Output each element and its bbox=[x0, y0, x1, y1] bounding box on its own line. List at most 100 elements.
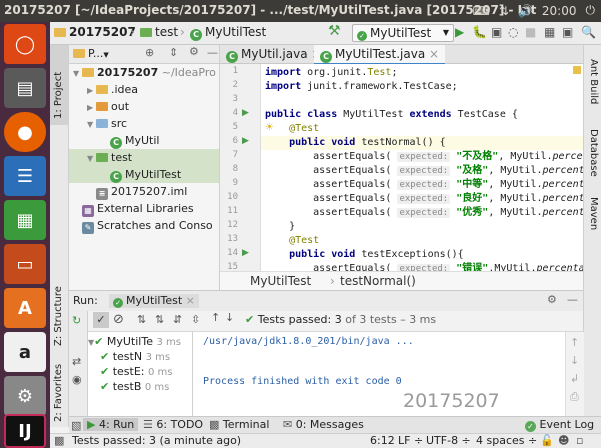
notification-icon[interactable]: ▫ bbox=[576, 434, 583, 448]
breadcrumb-folder[interactable]: test bbox=[140, 25, 178, 39]
tab-structure[interactable]: Z: Structure bbox=[50, 270, 68, 350]
sort-alpha-icon[interactable]: ⇅ bbox=[137, 313, 146, 326]
run-test-gutter-icon[interactable]: ▶ bbox=[242, 136, 249, 146]
code-line[interactable]: import junit.framework.TestCase; bbox=[265, 80, 458, 94]
settings-icon[interactable]: ⚙ bbox=[4, 376, 46, 416]
run-test-gutter-icon[interactable]: ▶ bbox=[242, 108, 249, 118]
line-separator[interactable]: LF ÷ bbox=[398, 434, 423, 448]
software-center-icon[interactable]: A bbox=[4, 288, 46, 328]
tree-item[interactable]: ≡ 20175207.iml bbox=[69, 183, 219, 200]
volume-icon[interactable]: 🔊 bbox=[518, 4, 533, 18]
tree-item[interactable]: ✎ Scratches and Conso bbox=[69, 217, 219, 234]
camera-icon[interactable]: ◉ bbox=[72, 373, 82, 386]
breadcrumb-file[interactable]: C MyUtilTest bbox=[190, 25, 266, 41]
test-result-row[interactable]: ✔ testN 3 ms bbox=[100, 350, 170, 363]
system-tray[interactable]: ⌨ ⇅ 🔊 20:00 ⏻ bbox=[473, 3, 595, 18]
status-icon[interactable]: ▩ bbox=[54, 434, 64, 448]
chevron-right-icon[interactable]: ▶ bbox=[87, 99, 96, 116]
tab-maven[interactable]: Maven bbox=[584, 197, 601, 247]
tool-tab-terminal[interactable]: ▩ Terminal bbox=[209, 418, 269, 431]
stop-icon[interactable]: ■ bbox=[525, 25, 536, 39]
tool-tab-todo[interactable]: ☰ 6: TODO bbox=[143, 418, 203, 431]
console-output[interactable]: /usr/java/jdk1.8.0_201/bin/java ... Proc… bbox=[193, 332, 565, 416]
tree-item[interactable]: C MyUtil bbox=[69, 132, 219, 149]
impress-icon[interactable]: ▭ bbox=[4, 244, 46, 284]
collapse-icon[interactable]: ⇕ bbox=[169, 46, 178, 59]
code-line[interactable]: assertEquals( expected: "错误",MyUtil.perc… bbox=[265, 262, 583, 271]
keyboard-icon[interactable]: ⌨ bbox=[473, 4, 490, 18]
tab-myutil-java[interactable]: CMyUtil.java × bbox=[220, 45, 327, 63]
firefox-icon[interactable]: ● bbox=[4, 112, 46, 152]
code-line[interactable]: assertEquals( expected: "及格", MyUtil.per… bbox=[265, 164, 583, 178]
code-line[interactable]: assertEquals( expected: "良好", MyUtil.per… bbox=[265, 192, 583, 206]
up-icon[interactable]: ↑ bbox=[570, 336, 579, 349]
collapse-all-icon[interactable]: ⇳ bbox=[191, 313, 200, 326]
tree-item[interactable]: ▼ src bbox=[69, 115, 219, 132]
close-icon[interactable]: × bbox=[429, 47, 439, 61]
toggle-icon[interactable]: ⇄ bbox=[72, 355, 81, 368]
writer-icon[interactable]: ☰ bbox=[4, 156, 46, 196]
tree-item[interactable]: ▶ .idea bbox=[69, 81, 219, 98]
target-icon[interactable]: ⊕ bbox=[145, 46, 154, 59]
search-icon[interactable]: 🔍 bbox=[581, 25, 596, 39]
code-line[interactable]: @Test bbox=[265, 234, 319, 248]
status-message[interactable]: Tests passed: 3 (a minute ago) bbox=[72, 434, 241, 448]
run-icon[interactable]: ▶ bbox=[455, 25, 464, 39]
show-ignored-icon[interactable]: ⊘ bbox=[113, 312, 124, 327]
next-icon[interactable]: ↓ bbox=[225, 311, 234, 324]
gear-icon[interactable]: ⚙ bbox=[189, 45, 199, 58]
code-line[interactable]: import org.junit.Test; bbox=[265, 66, 397, 80]
tab-project[interactable]: 1: Project bbox=[50, 45, 68, 125]
coverage-icon[interactable]: ▣ bbox=[491, 25, 502, 39]
down-icon[interactable]: ↓ bbox=[570, 354, 579, 367]
calc-icon[interactable]: ▦ bbox=[4, 200, 46, 240]
lightbulb-icon[interactable]: ☀ bbox=[265, 122, 274, 133]
project-structure-icon[interactable]: ▦ bbox=[544, 25, 555, 39]
caret-position[interactable]: 6:12 bbox=[370, 434, 395, 448]
tree-item[interactable]: ▼ test bbox=[69, 149, 219, 166]
lock-icon[interactable]: 🔓 bbox=[540, 434, 554, 448]
test-result-row[interactable]: ✔ testB 0 ms bbox=[100, 380, 169, 393]
expand-all-icon[interactable]: ⇵ bbox=[173, 313, 182, 326]
window-icon[interactable]: ▧ bbox=[71, 419, 81, 432]
code-line[interactable]: public void testExceptions(){ bbox=[265, 248, 464, 262]
show-passed-icon[interactable]: ✓ bbox=[93, 312, 109, 328]
network-icon[interactable]: ⇅ bbox=[499, 4, 509, 18]
chevron-down-icon[interactable]: ▼ bbox=[87, 150, 96, 167]
gear-icon[interactable]: ⚙ bbox=[547, 293, 557, 306]
code-line[interactable]: assertEquals( expected: "优秀", MyUtil.per… bbox=[265, 206, 583, 220]
code-line[interactable]: assertEquals( expected: "中等", MyUtil.per… bbox=[265, 178, 583, 192]
indent-setting[interactable]: 4 spaces ÷ bbox=[476, 434, 537, 448]
test-result-row[interactable]: ▼✔ MyUtilTe 3 ms bbox=[88, 335, 181, 348]
file-encoding[interactable]: UTF-8 ÷ bbox=[426, 434, 471, 448]
close-icon[interactable]: × bbox=[186, 294, 195, 307]
ubuntu-dash-icon[interactable]: ◯ bbox=[4, 24, 46, 64]
tree-item[interactable]: C MyUtilTest bbox=[69, 166, 219, 183]
breadcrumb-class[interactable]: MyUtilTest bbox=[250, 272, 311, 291]
tree-item[interactable]: ▦ External Libraries bbox=[69, 200, 219, 217]
sdk-icon[interactable]: ▣ bbox=[562, 25, 573, 39]
code-line[interactable]: public class MyUtilTest extends TestCase… bbox=[265, 108, 518, 122]
run-config-tab[interactable]: ✓ MyUtilTest × bbox=[109, 294, 199, 308]
rerun-icon[interactable]: ↻ bbox=[72, 314, 81, 327]
print-icon[interactable]: ⎙ bbox=[570, 390, 579, 404]
hide-icon[interactable]: — bbox=[567, 293, 578, 306]
chevron-down-icon[interactable]: ▼ bbox=[87, 116, 96, 133]
chevron-down-icon[interactable]: ▼ bbox=[73, 65, 82, 82]
hide-icon[interactable]: — bbox=[207, 46, 218, 59]
chevron-right-icon[interactable]: ▶ bbox=[87, 82, 96, 99]
breadcrumb-project[interactable]: 20175207 bbox=[54, 25, 136, 39]
event-log-button[interactable]: ✓ Event Log bbox=[525, 418, 594, 432]
inspection-indicator[interactable] bbox=[573, 66, 581, 74]
amazon-icon[interactable]: a bbox=[4, 332, 46, 372]
inspector-icon[interactable]: ☻ bbox=[558, 434, 569, 448]
profile-icon[interactable]: ◌ bbox=[508, 25, 518, 39]
sort-duration-icon[interactable]: ⇅ bbox=[155, 313, 164, 326]
tab-ant-build[interactable]: Ant Build bbox=[584, 59, 601, 119]
run-test-gutter-icon[interactable]: ▶ bbox=[242, 248, 249, 258]
tab-myutiltest-java[interactable]: C MyUtilTest.java × bbox=[314, 45, 446, 65]
files-icon[interactable]: ▤ bbox=[4, 68, 46, 108]
wrap-icon[interactable]: ↲ bbox=[570, 372, 579, 385]
tree-item[interactable]: ▼ 20175207 ~/IdeaPro bbox=[69, 64, 219, 81]
breadcrumb-method[interactable]: testNormal() bbox=[340, 272, 416, 291]
